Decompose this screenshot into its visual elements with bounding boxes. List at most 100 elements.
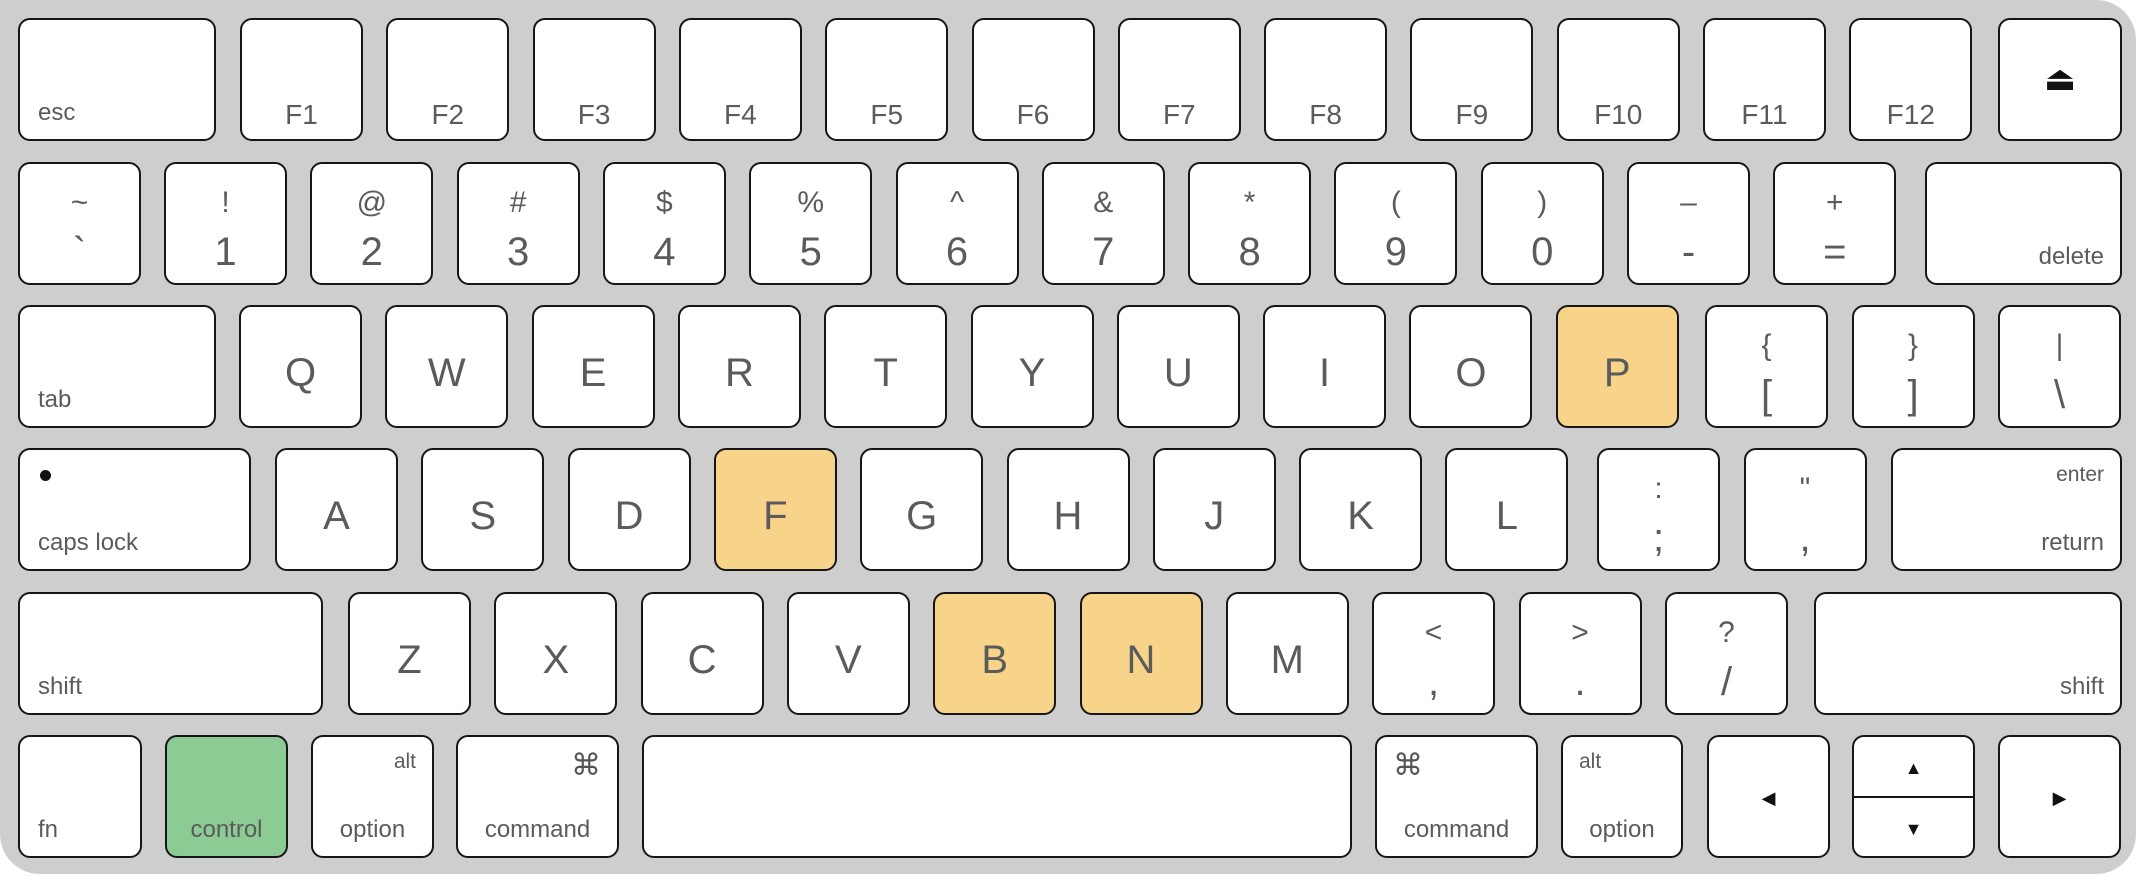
key-fn[interactable]: fn <box>18 735 142 858</box>
key-command-right[interactable]: ⌘ command <box>1375 735 1538 858</box>
key-arrow-up[interactable]: ▲ <box>1854 737 1973 797</box>
key-x[interactable]: X <box>494 592 618 715</box>
key-shift-label: & <box>1093 186 1114 219</box>
key-d[interactable]: D <box>567 448 691 571</box>
key-shift-label: # <box>509 186 527 219</box>
key-digit-8[interactable]: * 8 <box>1188 162 1312 285</box>
key-f10[interactable]: F10 <box>1556 18 1680 141</box>
key-k[interactable]: K <box>1299 448 1423 571</box>
key-digit-3[interactable]: #3 <box>456 162 580 285</box>
key-caps-lock[interactable]: caps lock <box>18 448 251 571</box>
key-digit-5[interactable]: % 5 <box>749 162 873 285</box>
key-label: J <box>1204 494 1225 538</box>
key-shift-label: ~ <box>70 186 89 219</box>
key-digit-9[interactable]: (9 <box>1334 162 1458 285</box>
key-f3[interactable]: F3 <box>532 18 656 141</box>
key-control[interactable]: control <box>165 735 288 858</box>
key-label: L <box>1495 494 1519 538</box>
key-f8[interactable]: F8 <box>1264 18 1388 141</box>
key-f4[interactable]: F4 <box>678 18 802 141</box>
key-esc[interactable]: esc <box>18 18 216 141</box>
key-label: control <box>190 816 263 843</box>
key-label: tab <box>38 386 72 413</box>
key-q[interactable]: Q <box>239 305 362 428</box>
key-f11[interactable]: F11 <box>1703 18 1826 141</box>
key-equals[interactable]: + = <box>1773 162 1897 285</box>
key-label: - <box>1681 230 1696 274</box>
key-f12[interactable]: F12 <box>1849 18 1973 141</box>
key-label: F9 <box>1455 99 1489 130</box>
key-arrow-left[interactable]: ◀ <box>1707 735 1830 858</box>
key-return[interactable]: enter return <box>1891 448 2122 571</box>
key-e[interactable]: E <box>531 305 655 428</box>
key-option-right[interactable]: alt option <box>1561 735 1683 858</box>
key-minus[interactable]: – - <box>1627 162 1750 285</box>
key-w[interactable]: W <box>385 305 509 428</box>
key-label: F7 <box>1162 99 1196 130</box>
key-i[interactable]: I <box>1263 305 1387 428</box>
key-semicolon[interactable]: :; <box>1597 448 1720 571</box>
key-option-left[interactable]: alt option <box>311 735 434 858</box>
key-f1[interactable]: F1 <box>240 18 363 141</box>
key-z[interactable]: Z <box>348 592 471 715</box>
key-m[interactable]: M <box>1225 592 1349 715</box>
key-label: B <box>981 638 1009 682</box>
caps-lock-indicator-icon <box>40 470 51 481</box>
key-o[interactable]: O <box>1409 305 1533 428</box>
key-label: 3 <box>506 230 530 274</box>
key-shift-label: + <box>1826 186 1844 219</box>
key-f7[interactable]: F7 <box>1117 18 1241 141</box>
key-f5[interactable]: F5 <box>825 18 949 141</box>
key-shift-left[interactable]: shift <box>18 592 323 715</box>
key-s[interactable]: S <box>421 448 545 571</box>
key-p[interactable]: P <box>1555 305 1679 428</box>
key-digit-7[interactable]: & 7 <box>1041 162 1165 285</box>
key-comma[interactable]: <, <box>1372 592 1495 715</box>
key-backtick[interactable]: ~ ` <box>18 162 141 285</box>
key-digit-6[interactable]: ^ 6 <box>895 162 1019 285</box>
key-digit-2[interactable]: @2 <box>310 162 434 285</box>
key-quote[interactable]: ", <box>1743 448 1867 571</box>
key-f[interactable]: F <box>713 448 837 571</box>
key-g[interactable]: G <box>860 448 984 571</box>
key-digit-1[interactable]: ! 1 <box>164 162 287 285</box>
key-a[interactable]: A <box>275 448 398 571</box>
key-f6[interactable]: F6 <box>971 18 1095 141</box>
key-arrow-down[interactable]: ▼ <box>1854 798 1973 856</box>
key-b[interactable]: B <box>933 592 1057 715</box>
key-backslash[interactable]: | \ <box>1998 305 2121 428</box>
key-space[interactable] <box>642 735 1352 858</box>
key-f2[interactable]: F2 <box>386 18 510 141</box>
key-shift-label: " <box>1799 472 1811 505</box>
key-command-left[interactable]: ⌘ command <box>456 735 619 858</box>
key-close-bracket[interactable]: }] <box>1851 305 1975 428</box>
key-t[interactable]: T <box>824 305 948 428</box>
key-digit-4[interactable]: $4 <box>602 162 726 285</box>
key-label: H <box>1053 494 1083 538</box>
key-l[interactable]: L <box>1445 448 1569 571</box>
key-digit-0[interactable]: ) 0 <box>1480 162 1604 285</box>
key-v[interactable]: V <box>786 592 910 715</box>
key-slash[interactable]: ? / <box>1665 592 1788 715</box>
key-shift-right[interactable]: shift <box>1814 592 2122 715</box>
key-j[interactable]: J <box>1152 448 1276 571</box>
key-shift-label: ! <box>221 186 230 219</box>
key-y[interactable]: Y <box>970 305 1094 428</box>
key-tab[interactable]: tab <box>18 305 216 428</box>
key-f9[interactable]: F9 <box>1410 18 1534 141</box>
key-arrow-up-down: ▲ ▼ <box>1852 735 1975 858</box>
key-eject[interactable]: ⏏ <box>1998 18 2122 141</box>
key-label: option <box>339 816 406 843</box>
key-u[interactable]: U <box>1116 305 1240 428</box>
key-arrow-right[interactable]: ▶ <box>1998 735 2121 858</box>
key-h[interactable]: H <box>1006 448 1130 571</box>
key-delete[interactable]: delete <box>1925 162 2122 285</box>
key-open-bracket[interactable]: {[ <box>1705 305 1828 428</box>
key-shift-label: } <box>1907 329 1919 362</box>
key-c[interactable]: C <box>640 592 764 715</box>
key-label: 4 <box>653 230 676 274</box>
key-n[interactable]: N <box>1079 592 1203 715</box>
key-label: F1 <box>285 99 318 130</box>
key-period[interactable]: >. <box>1518 592 1642 715</box>
key-r[interactable]: R <box>677 305 801 428</box>
